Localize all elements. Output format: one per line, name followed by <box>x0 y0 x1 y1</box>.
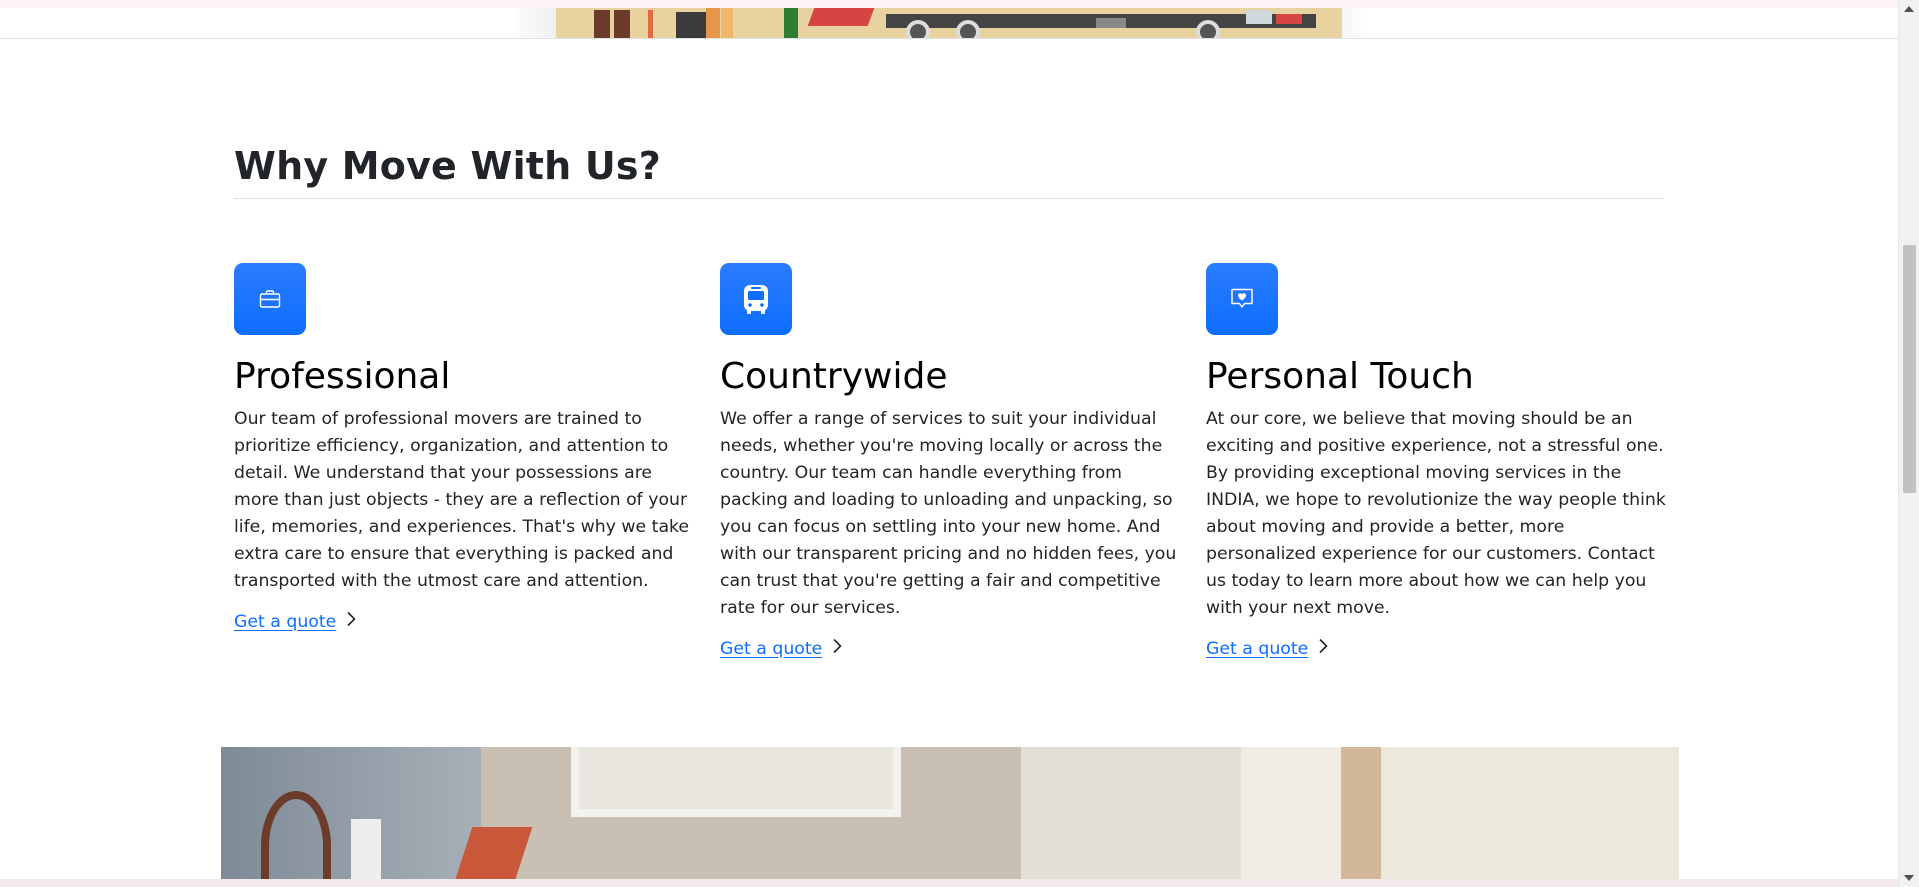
get-quote-link[interactable]: Get a quote <box>720 638 842 659</box>
get-quote-label: Get a quote <box>720 638 823 659</box>
feature-personal-touch: Personal Touch At our core, we believe t… <box>1206 263 1666 659</box>
bottom-edge <box>0 879 1898 887</box>
section-divider <box>234 198 1664 199</box>
get-quote-link[interactable]: Get a quote <box>1206 638 1328 659</box>
page: Why Move With Us? Professional Our team … <box>0 0 1919 887</box>
interior-photo <box>221 747 1679 887</box>
top-hero-strip <box>0 0 1898 39</box>
get-quote-label: Get a quote <box>234 611 337 632</box>
feature-countrywide: Countrywide We offer a range of services… <box>720 263 1180 659</box>
get-quote-label: Get a quote <box>1206 638 1309 659</box>
top-edge <box>0 0 1898 8</box>
bus-icon <box>739 282 773 316</box>
chevron-right-icon <box>1318 638 1328 659</box>
get-quote-link[interactable]: Get a quote <box>234 611 356 632</box>
scrollbar-thumb[interactable] <box>1903 245 1916 493</box>
chevron-right-icon <box>346 611 356 632</box>
feature-description: We offer a range of services to suit you… <box>720 409 1177 619</box>
hero-illustration <box>556 8 1342 38</box>
feature-icon-container <box>1206 263 1278 335</box>
feature-title: Professional <box>234 356 451 397</box>
feature-title: Countrywide <box>720 356 948 397</box>
feature-title: Personal Touch <box>1206 356 1474 397</box>
scroll-up-arrow-icon[interactable] <box>1904 6 1914 12</box>
chat-heart-icon <box>1229 286 1255 312</box>
feature-icon-container <box>720 263 792 335</box>
feature-description: Our team of professional movers are trai… <box>234 409 690 592</box>
feature-icon-container <box>234 263 306 335</box>
chevron-right-icon <box>832 638 842 659</box>
feature-description: At our core, we believe that moving shou… <box>1206 409 1666 619</box>
briefcase-icon <box>258 287 282 311</box>
section-title: Why Move With Us? <box>234 144 661 188</box>
feature-professional: Professional Our team of professional mo… <box>234 263 694 632</box>
scroll-down-arrow-icon[interactable] <box>1904 875 1914 881</box>
vertical-scrollbar[interactable] <box>1898 0 1919 887</box>
